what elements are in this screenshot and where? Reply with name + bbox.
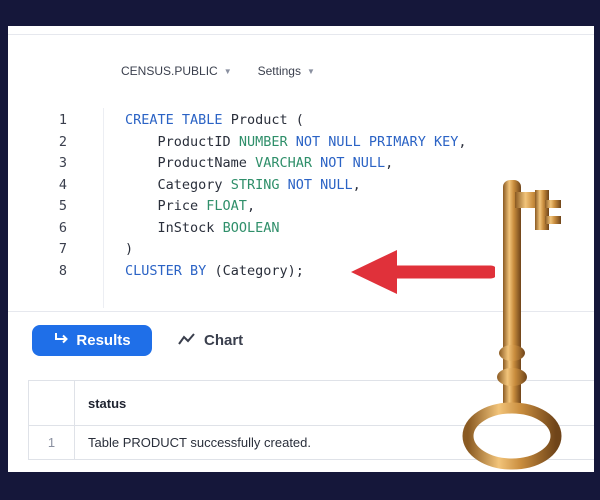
database-label: CENSUS.PUBLIC — [121, 64, 218, 78]
code-text: ProductName VARCHAR NOT NULL, — [157, 155, 394, 171]
line-number: 3 — [58, 155, 68, 171]
key-icon — [462, 180, 562, 470]
gutter-divider — [103, 108, 104, 308]
caret-down-icon: ▼ — [223, 66, 232, 76]
line-number: 8 — [58, 262, 68, 279]
code-text: Price FLOAT, — [157, 198, 256, 214]
results-tab-label: Results — [76, 332, 131, 349]
line-number: 6 — [58, 219, 68, 236]
settings-menu[interactable]: Settings ▼ — [258, 64, 315, 78]
return-arrow-icon — [53, 332, 69, 350]
status-cell[interactable]: Table PRODUCT successfully created. — [88, 426, 311, 459]
settings-label: Settings — [257, 64, 301, 78]
chart-tab[interactable]: Chart — [178, 325, 243, 356]
row-index: 1 — [29, 426, 75, 459]
status-column-header[interactable]: status — [88, 381, 126, 425]
context-bar: CENSUS.PUBLIC ▼ Settings ▼ — [121, 64, 315, 78]
line-number: 4 — [58, 176, 68, 193]
code-text: Category STRING NOT NULL, — [157, 176, 361, 193]
results-tab[interactable]: Results — [32, 325, 152, 356]
line-number: 1 — [58, 112, 68, 128]
code-text: CREATE TABLE Product ( — [125, 112, 304, 128]
line-number: 7 — [58, 241, 68, 257]
code-text: InStock BOOLEAN — [157, 219, 280, 236]
chart-tab-label: Chart — [204, 332, 244, 349]
trend-line-icon — [178, 332, 196, 350]
top-bar — [8, 26, 594, 35]
database-selector[interactable]: CENSUS.PUBLIC ▼ — [121, 64, 232, 78]
code-text: ProductID NUMBER NOT NULL PRIMARY KEY, — [157, 133, 467, 150]
index-header — [29, 381, 75, 425]
code-text: CLUSTER BY (Category); — [125, 262, 304, 279]
caret-down-icon: ▼ — [306, 66, 315, 76]
line-number: 5 — [58, 198, 68, 214]
line-number: 2 — [58, 133, 68, 150]
code-text: ) — [125, 241, 134, 257]
